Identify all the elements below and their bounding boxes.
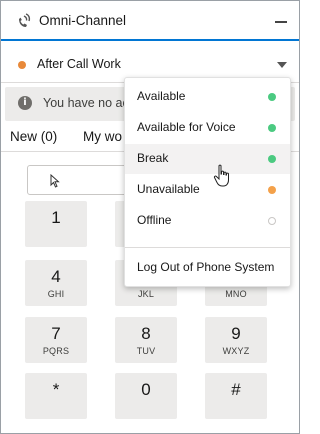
panel-header: Omni-Channel [1, 1, 299, 41]
menu-item-label: Available for Voice [137, 120, 236, 134]
keypad-letters: MNO [225, 289, 247, 299]
keypad-key-1[interactable]: 1 [25, 201, 87, 247]
keypad-letters: PQRS [42, 346, 70, 356]
tab-new[interactable]: New (0) [10, 129, 57, 144]
menu-item-break[interactable]: Break [125, 144, 290, 174]
panel-title: Omni-Channel [39, 13, 127, 28]
keypad-letters: WXYZ [222, 346, 250, 356]
keypad-digit: # [231, 380, 241, 399]
hand-pointer-icon [213, 164, 229, 187]
menu-item-label: Offline [137, 213, 172, 227]
keypad-key-9[interactable]: 9 WXYZ [205, 317, 267, 363]
status-dot-icon [268, 124, 276, 132]
keypad-digit: 8 [141, 324, 151, 343]
keypad-digit: 4 [51, 267, 61, 286]
status-dot-icon [268, 155, 276, 163]
omni-channel-icon [19, 13, 31, 27]
keypad-digit: 0 [141, 380, 151, 399]
keypad-key-7[interactable]: 7 PQRS [25, 317, 87, 363]
keypad-key-0[interactable]: 0 [115, 373, 177, 419]
info-icon: i [18, 96, 32, 110]
caret-down-icon[interactable] [277, 62, 287, 68]
status-dot-icon [268, 93, 276, 101]
keypad-digit: 1 [51, 208, 61, 227]
keypad-letters: JKL [137, 289, 155, 299]
menu-item-label: Break [137, 151, 169, 165]
keypad-letters: GHI [47, 289, 65, 299]
keypad-letters: TUV [136, 346, 156, 356]
keypad-digit: * [52, 380, 60, 399]
status-dot-icon [268, 186, 276, 194]
menu-item-log-out[interactable]: Log Out of Phone System [125, 253, 290, 283]
menu-item-label: Available [137, 89, 186, 103]
menu-item-unavailable[interactable]: Unavailable [125, 175, 290, 205]
tab-my-work[interactable]: My wo [83, 129, 122, 144]
keypad-key-hash[interactable]: # [205, 373, 267, 419]
status-dot-icon [268, 217, 276, 225]
current-status-label: After Call Work [37, 57, 121, 71]
status-dropdown-menu: Available Available for Voice Break Unav… [124, 77, 291, 287]
text-cursor-icon [50, 174, 60, 188]
keypad-digit: 9 [231, 324, 241, 343]
keypad-key-4[interactable]: 4 GHI [25, 260, 87, 306]
keypad-key-star[interactable]: * [25, 373, 87, 419]
status-indicator-dot [18, 61, 26, 69]
keypad-key-8[interactable]: 8 TUV [115, 317, 177, 363]
menu-item-available-for-voice[interactable]: Available for Voice [125, 113, 290, 143]
menu-item-label: Log Out of Phone System [137, 260, 275, 274]
minimize-button[interactable] [273, 9, 289, 25]
menu-item-label: Unavailable [137, 182, 200, 196]
keypad-digit: 7 [51, 324, 61, 343]
menu-item-available[interactable]: Available [125, 82, 290, 112]
menu-item-offline[interactable]: Offline [125, 206, 290, 236]
info-banner-text: You have no act [43, 96, 133, 110]
omni-channel-panel: Omni-Channel After Call Work i You have … [0, 0, 300, 434]
menu-divider [125, 247, 290, 248]
